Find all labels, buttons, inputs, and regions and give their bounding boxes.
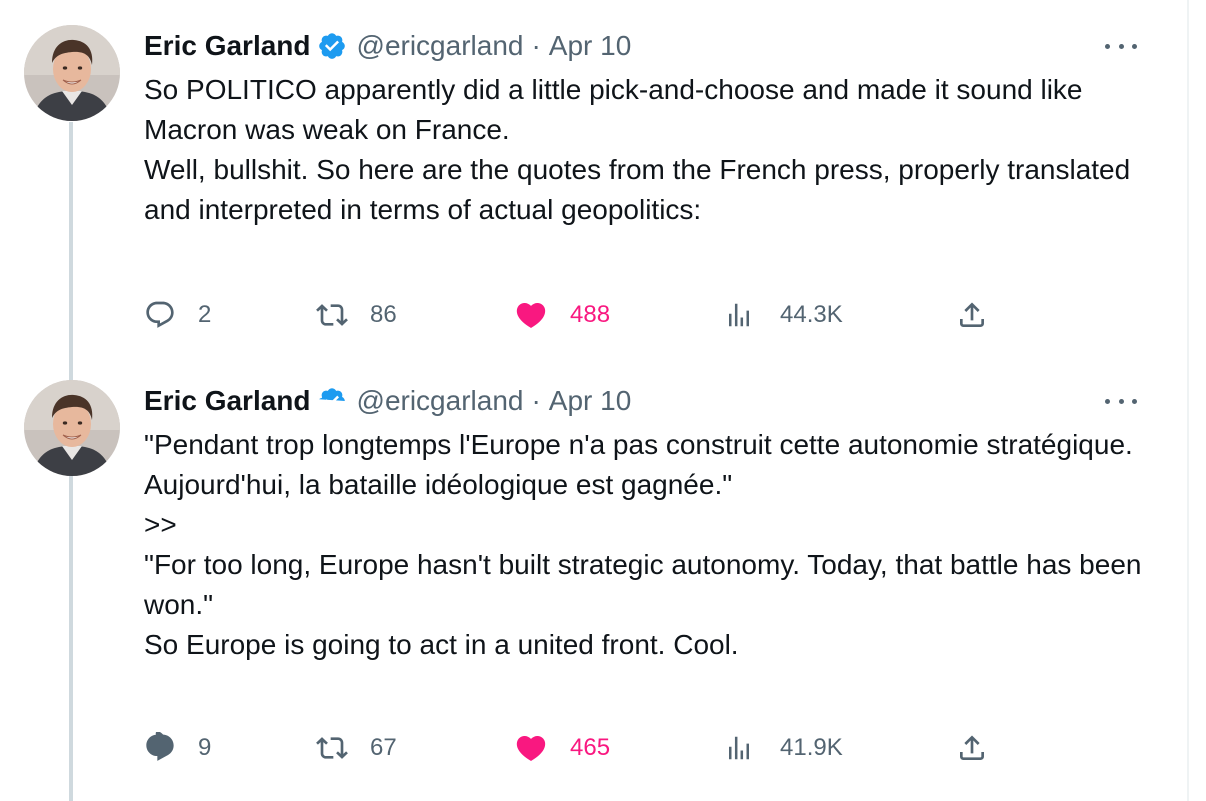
- tweet-actions: 9 67 465 41.9K: [144, 728, 1004, 768]
- tweet-date[interactable]: Apr 10: [549, 30, 632, 62]
- text-line: So Europe is going to act in a united fr…: [144, 629, 739, 660]
- reply-count: 9: [198, 734, 212, 761]
- avatar[interactable]: [24, 380, 120, 476]
- text-line: So POLITICO apparently did a little pick…: [144, 74, 1091, 145]
- share-button[interactable]: [956, 728, 1010, 768]
- separator: ·: [531, 30, 541, 61]
- share-button[interactable]: [956, 295, 1010, 335]
- tweet-text: So POLITICO apparently did a little pick…: [144, 70, 1144, 230]
- like-button[interactable]: 465: [514, 728, 610, 768]
- thread-frame: Eric Garland @ericgarland · Apr 10 So PO…: [0, 0, 1189, 801]
- reply-count: 2: [198, 301, 212, 328]
- tweet-header: Eric Garland @ericgarland · Apr 10: [144, 28, 631, 64]
- retweet-button[interactable]: 67: [316, 728, 397, 768]
- text-line: >>: [144, 509, 177, 540]
- tweet-date[interactable]: Apr 10: [549, 385, 632, 417]
- retweet-count: 67: [370, 734, 397, 761]
- heart-icon: [516, 302, 546, 328]
- views-bars-icon: [729, 736, 749, 760]
- reply-button[interactable]: 9: [144, 728, 211, 768]
- avatar[interactable]: [24, 25, 120, 121]
- heart-icon: [516, 735, 546, 761]
- author-handle[interactable]: @ericgarland: [357, 30, 524, 62]
- retweet-icon: [316, 304, 348, 326]
- views-button[interactable]: 41.9K: [724, 728, 843, 768]
- retweet-icon: [316, 737, 348, 759]
- views-count: 44.3K: [780, 301, 843, 328]
- verified-badge-icon: [317, 386, 347, 416]
- more-dots-icon[interactable]: [1105, 387, 1137, 415]
- reply-bubble-icon: [146, 732, 174, 761]
- like-count: 465: [570, 734, 611, 761]
- like-count: 488: [570, 301, 611, 328]
- verified-badge-icon: [317, 31, 347, 61]
- reply-button[interactable]: 2: [144, 295, 211, 335]
- retweet-button[interactable]: 86: [316, 295, 397, 335]
- views-count: 41.9K: [780, 734, 843, 761]
- views-bars-icon: [729, 303, 749, 327]
- reply-bubble-icon: [146, 301, 174, 328]
- tweet-header: Eric Garland @ericgarland · Apr 10: [144, 383, 631, 419]
- text-line: Well, bullshit. So here are the quotes f…: [144, 154, 1138, 225]
- tweet[interactable]: Eric Garland @ericgarland · Apr 10 So PO…: [0, 0, 1187, 355]
- more-dots-icon[interactable]: [1105, 32, 1137, 60]
- author-handle[interactable]: @ericgarland: [357, 385, 524, 417]
- retweet-count: 86: [370, 301, 397, 328]
- like-button[interactable]: 488: [514, 295, 610, 335]
- text-line: "For too long, Europe hasn't built strat…: [144, 549, 1150, 620]
- share-upload-icon: [960, 302, 984, 327]
- author-name[interactable]: Eric Garland: [144, 30, 311, 62]
- tweet-actions: 2 86 488 44.3K: [144, 295, 1004, 335]
- text-line: "Pendant trop longtemps l'Europe n'a pas…: [144, 429, 1140, 500]
- tweet-text: "Pendant trop longtemps l'Europe n'a pas…: [144, 425, 1144, 665]
- tweet[interactable]: Eric Garland @ericgarland · Apr 10 "Pend…: [0, 355, 1187, 801]
- separator: ·: [531, 385, 541, 416]
- share-upload-icon: [960, 735, 984, 760]
- views-button[interactable]: 44.3K: [724, 295, 843, 335]
- author-name[interactable]: Eric Garland: [144, 385, 311, 417]
